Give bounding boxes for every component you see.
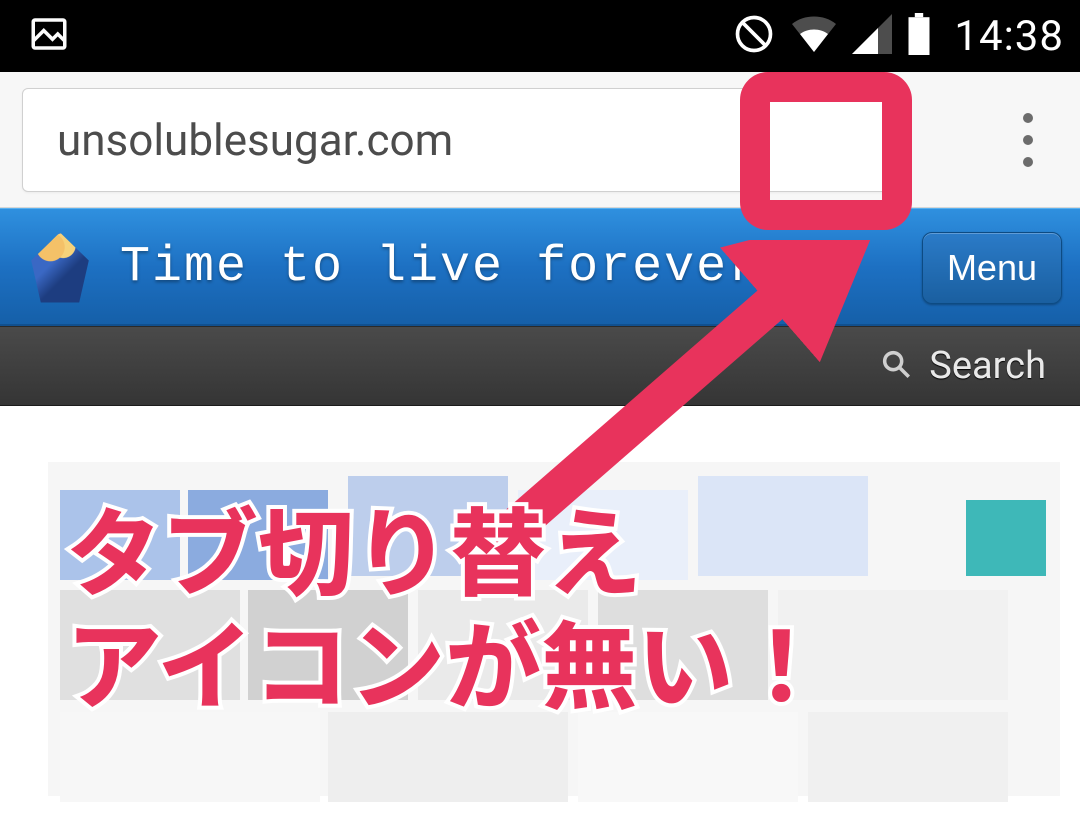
battery-icon bbox=[906, 13, 932, 59]
search-label: Search bbox=[929, 344, 1046, 388]
search-icon bbox=[879, 347, 913, 385]
wifi-icon bbox=[790, 13, 838, 59]
tab-switcher-slot[interactable] bbox=[892, 88, 992, 192]
url-bar[interactable]: unsolublesugar.com bbox=[22, 88, 892, 192]
url-text: unsolublesugar.com bbox=[57, 114, 453, 166]
site-logo-icon bbox=[24, 232, 96, 304]
site-search-bar[interactable]: Search bbox=[0, 326, 1080, 406]
webpage-content[interactable] bbox=[0, 406, 1080, 816]
do-not-disturb-icon bbox=[732, 12, 776, 60]
clock-text: 14:38 bbox=[954, 12, 1064, 61]
site-header: Time to live forever Menu bbox=[0, 208, 1080, 326]
site-menu-button[interactable]: Menu bbox=[922, 232, 1062, 304]
blurred-content-placeholder bbox=[48, 462, 1060, 796]
site-title: Time to live forever bbox=[120, 239, 760, 296]
browser-overflow-menu[interactable] bbox=[992, 88, 1064, 192]
cell-signal-icon bbox=[852, 14, 892, 58]
more-vert-icon bbox=[1023, 113, 1033, 167]
android-status-bar: 14:38 bbox=[0, 0, 1080, 72]
image-icon bbox=[28, 13, 70, 59]
browser-toolbar: unsolublesugar.com bbox=[0, 72, 1080, 208]
